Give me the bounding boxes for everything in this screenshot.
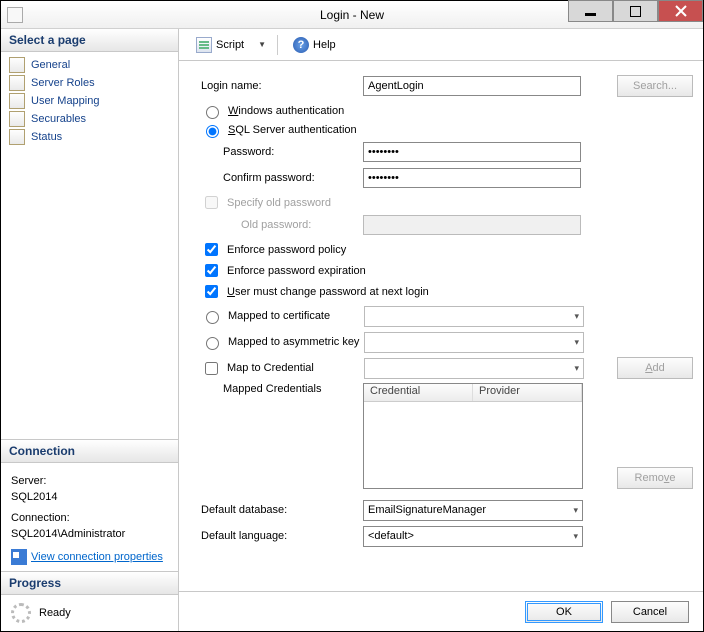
login-name-label: Login name: [201,80,363,92]
password-label: Password: [223,146,363,158]
dialog-footer: OK Cancel [179,591,703,631]
search-button[interactable]: Search... [617,75,693,97]
page-icon [9,93,25,109]
connection-label: Connection: [11,510,170,527]
map-credential-checkbox[interactable] [205,362,218,375]
page-icon [9,75,25,91]
view-connection-link[interactable]: View connection properties [31,549,163,566]
mapped-asym-select: ▾ [364,332,584,353]
mapped-asym-label: Mapped to asymmetric key [228,336,359,348]
server-value: SQL2014 [11,489,170,506]
mapped-credentials-label: Mapped Credentials [201,383,363,395]
sidebar-item-general[interactable]: General [3,56,176,74]
map-credential-select: ▾ [364,358,584,379]
windows-auth-radio[interactable] [206,106,219,119]
minimize-button[interactable] [568,0,613,22]
sql-auth-radio[interactable] [206,125,219,138]
script-dropdown-arrow-icon[interactable]: ▼ [255,40,269,49]
default-db-select[interactable]: EmailSignatureManager▾ [363,500,583,521]
specify-old-checkbox [205,196,218,209]
must-change-label: User must change password at next login [227,286,429,298]
windows-auth-label: Windows authentication [228,105,344,117]
progress-text: Ready [39,607,71,619]
main-panel: Script ▼ ? Help Login name: Search... [179,29,703,631]
cred-col-credential: Credential [364,384,473,401]
sql-auth-label: SQL Server authentication [228,124,357,136]
window: Login - New Select a page General Server… [0,0,704,632]
page-icon [9,111,25,127]
default-lang-select[interactable]: <default>▾ [363,526,583,547]
sidebar: Select a page General Server Roles User … [1,29,179,631]
password-input[interactable] [363,142,581,162]
sidebar-item-status[interactable]: Status [3,128,176,146]
enforce-policy-label: Enforce password policy [227,244,346,256]
help-button[interactable]: ? Help [286,34,343,56]
mapped-asym-radio[interactable] [206,337,219,350]
close-button[interactable] [658,0,703,22]
default-db-label: Default database: [201,504,363,516]
map-credential-label: Map to Credential [227,362,314,374]
maximize-button[interactable] [613,0,658,22]
mapped-cert-select: ▾ [364,306,584,327]
login-name-input[interactable] [363,76,581,96]
toolbar-separator [277,35,278,55]
sidebar-item-server-roles[interactable]: Server Roles [3,74,176,92]
mapped-cert-radio[interactable] [206,311,219,324]
script-icon [196,37,212,53]
credentials-table[interactable]: Credential Provider [363,383,583,489]
help-icon: ? [293,37,309,53]
connection-header: Connection [1,440,178,463]
connection-value: SQL2014\Administrator [11,526,170,543]
select-page-header: Select a page [1,29,178,52]
titlebar[interactable]: Login - New [1,1,703,29]
remove-button: Remove [617,467,693,489]
toolbar: Script ▼ ? Help [179,29,703,61]
sidebar-item-securables[interactable]: Securables [3,110,176,128]
enforce-expiration-label: Enforce password expiration [227,265,366,277]
ok-button[interactable]: OK [525,601,603,623]
default-lang-label: Default language: [201,530,363,542]
cred-col-provider: Provider [473,384,582,401]
cancel-button[interactable]: Cancel [611,601,689,623]
properties-icon [11,549,27,565]
enforce-policy-checkbox[interactable] [205,243,218,256]
sidebar-item-user-mapping[interactable]: User Mapping [3,92,176,110]
progress-spinner-icon [11,603,31,623]
form-area: Login name: Search... Windows authentica… [179,61,703,591]
progress-header: Progress [1,572,178,595]
page-icon [9,57,25,73]
add-button: Add [617,357,693,379]
page-icon [9,129,25,145]
server-label: Server: [11,473,170,490]
old-password-input [363,215,581,235]
specify-old-label: Specify old password [227,197,331,209]
script-button[interactable]: Script [189,34,251,56]
enforce-expiration-checkbox[interactable] [205,264,218,277]
must-change-checkbox[interactable] [205,285,218,298]
confirm-password-label: Confirm password: [223,172,363,184]
old-password-label: Old password: [241,219,363,231]
mapped-cert-label: Mapped to certificate [228,310,330,322]
confirm-password-input[interactable] [363,168,581,188]
